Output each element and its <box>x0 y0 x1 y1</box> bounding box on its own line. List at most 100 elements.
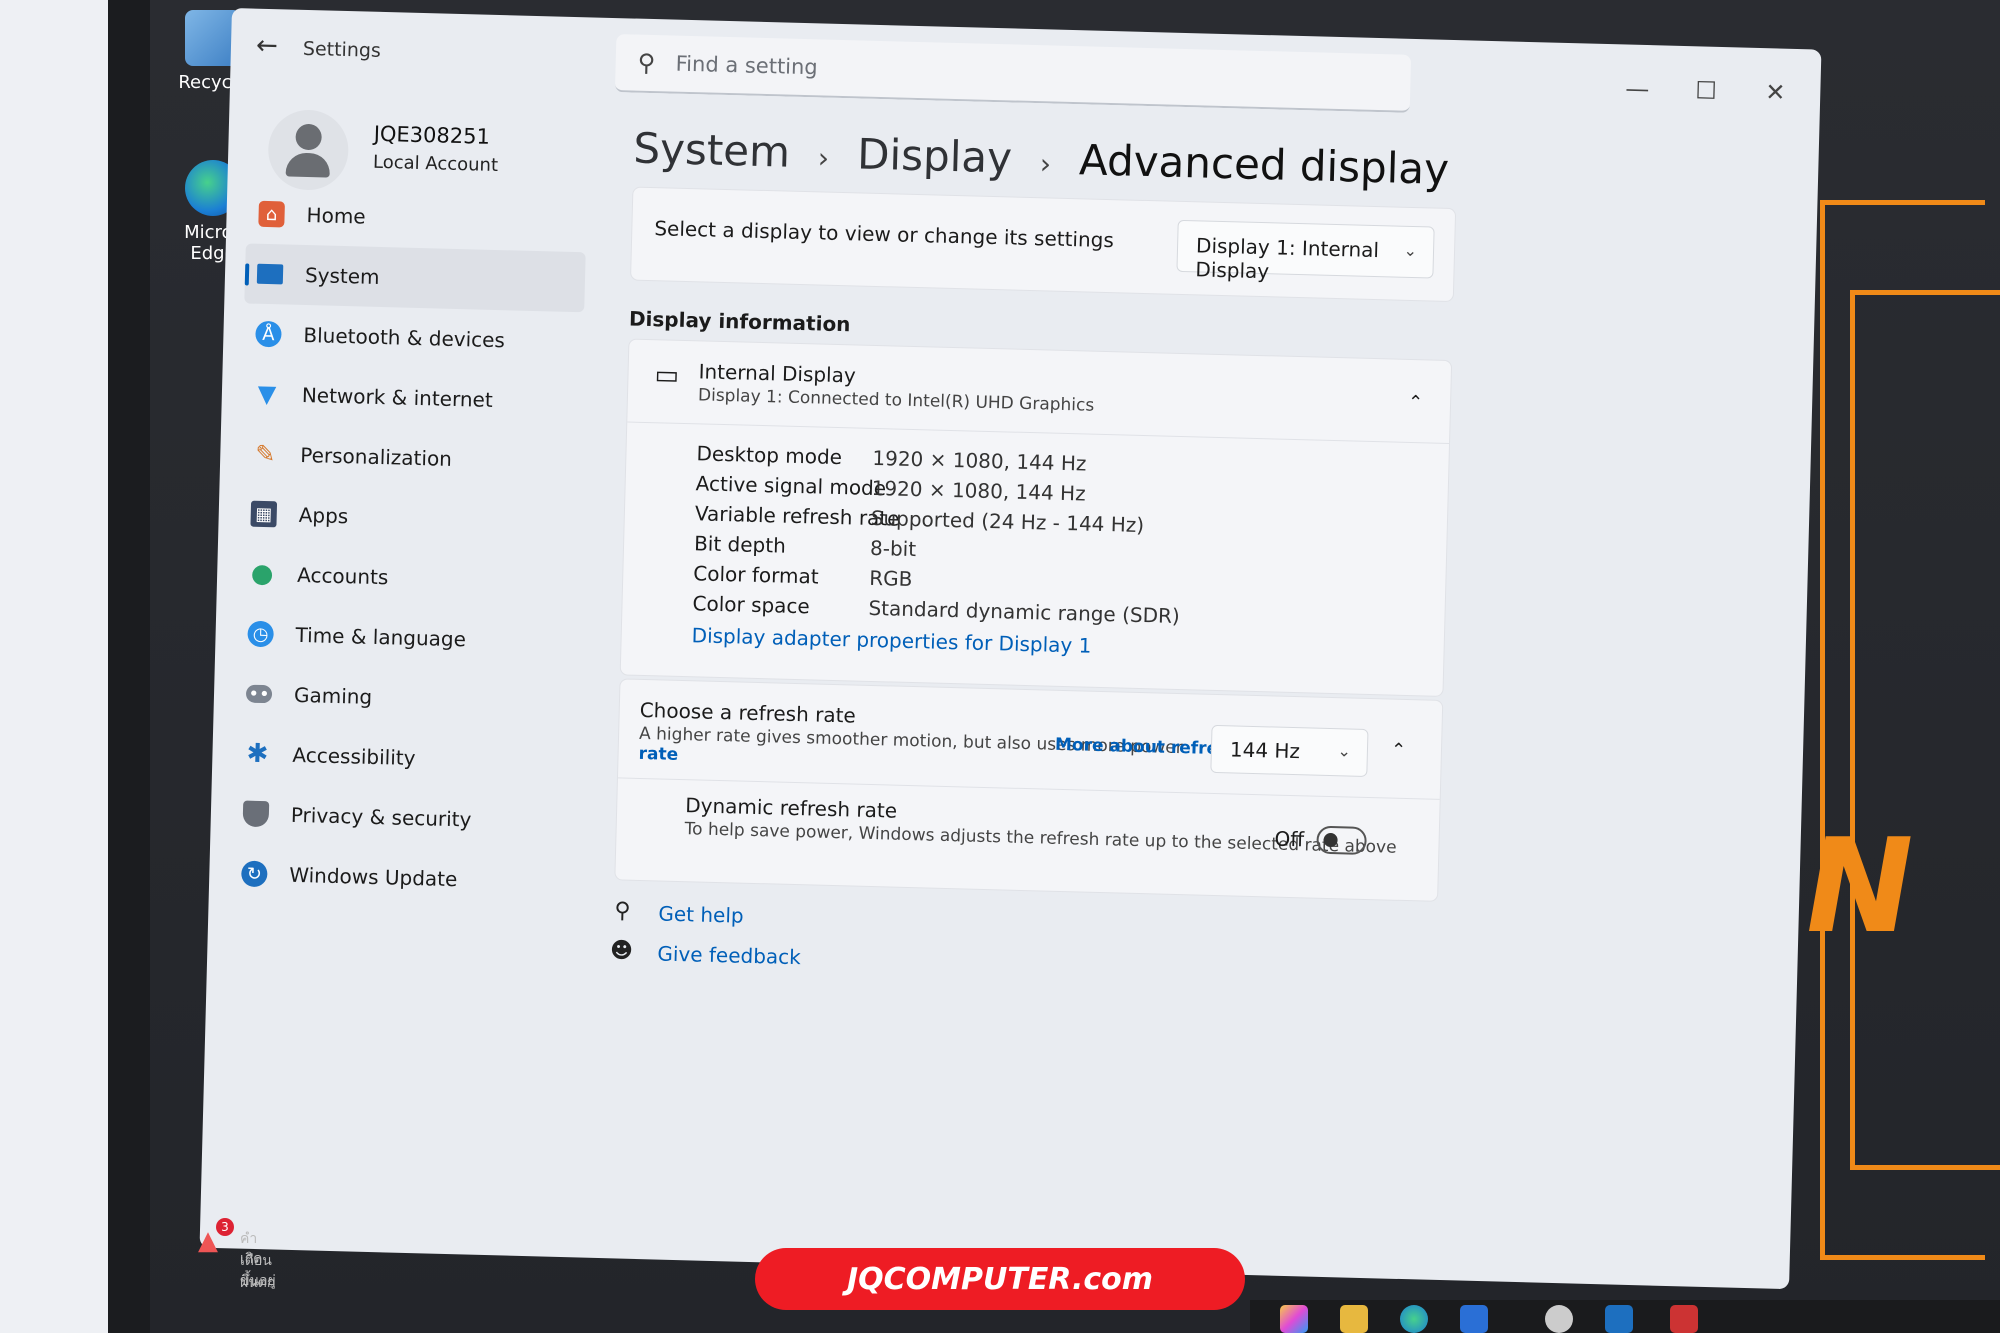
sidebar-item-gaming[interactable]: •• Gaming <box>233 663 574 732</box>
get-help-link[interactable]: Get help <box>658 901 744 927</box>
sidebar-item-label: System <box>304 263 380 289</box>
info-value: Standard dynamic range (SDR) <box>868 595 1181 629</box>
sidebar-nav: ⌂ Home System Å Bluetooth & devices ▼ Ne… <box>229 183 588 912</box>
more-about-refresh-link-cont[interactable]: rate <box>638 744 678 765</box>
info-value: 1920 × 1080, 144 Hz <box>872 445 1087 476</box>
bluetooth-icon: Å <box>255 320 282 348</box>
page-title: Advanced display <box>1078 135 1450 194</box>
sidebar-item-system[interactable]: System <box>244 243 586 313</box>
give-feedback-link[interactable]: Give feedback <box>657 941 801 969</box>
sidebar-item-label: Gaming <box>293 682 373 709</box>
mail-icon[interactable] <box>1670 1305 1698 1333</box>
window-title: Settings <box>302 37 382 62</box>
maximize-icon[interactable]: ☐ <box>1695 76 1717 105</box>
avatar[interactable] <box>267 109 350 192</box>
sidebar-item-windows-update[interactable]: ↻ Windows Update <box>229 843 570 912</box>
sidebar-item-network[interactable]: ▼ Network & internet <box>241 363 582 432</box>
divider <box>627 421 1450 445</box>
display-select-value: Display 1: Internal Display <box>1195 233 1380 284</box>
refresh-rate-value: 144 Hz <box>1229 737 1301 764</box>
brush-icon: ✎ <box>254 439 276 469</box>
edge-icon[interactable] <box>1400 1305 1428 1333</box>
watermark-banner: JQCOMPUTER.com <box>755 1248 1245 1310</box>
breadcrumb-separator: › <box>1039 147 1052 181</box>
app-icon[interactable] <box>1545 1305 1573 1333</box>
refresh-rate-card: Choose a refresh rate A higher rate give… <box>614 678 1444 902</box>
sidebar-item-label: Personalization <box>300 442 453 471</box>
display-select[interactable]: Display 1: Internal Display ⌄ <box>1176 219 1435 283</box>
copilot-icon[interactable] <box>1280 1305 1308 1333</box>
warning-icon: ▲ <box>198 1226 218 1256</box>
info-label: Variable refresh rate <box>694 501 900 531</box>
home-icon: ⌂ <box>258 200 285 228</box>
breadcrumb: System › Display › Advanced display <box>633 124 1450 194</box>
dynamic-refresh-title: Dynamic refresh rate <box>684 793 898 823</box>
back-arrow-icon[interactable]: ← <box>256 31 279 62</box>
apps-icon: ▦ <box>250 500 278 528</box>
sidebar-item-accounts[interactable]: ● Accounts <box>236 543 577 612</box>
shield-icon <box>242 800 270 828</box>
sidebar-item-apps[interactable]: ▦ Apps <box>238 483 579 552</box>
info-value: 8-bit <box>869 535 917 562</box>
sidebar-item-label: Time & language <box>295 622 467 652</box>
notification-line2: เกิดขึ้นอยู่ <box>240 1251 276 1289</box>
feedback-icon: ☻ <box>609 938 634 964</box>
get-help-row[interactable]: ⚲ Get help <box>608 898 744 930</box>
info-value: Supported (24 Hz - 144 Hz) <box>870 505 1145 538</box>
profile-account-type: Local Account <box>372 151 499 177</box>
toggle-knob <box>1323 832 1338 848</box>
accounts-icon: ● <box>250 558 274 590</box>
gamepad-icon: •• <box>245 683 273 705</box>
give-feedback-row[interactable]: ☻ Give feedback <box>607 938 801 971</box>
dynamic-refresh-toggle[interactable] <box>1316 825 1367 855</box>
info-label: Color format <box>693 561 819 589</box>
breadcrumb-system[interactable]: System <box>633 124 791 177</box>
chevron-up-icon[interactable]: ⌃ <box>1391 740 1407 761</box>
app-icon[interactable] <box>1605 1305 1633 1333</box>
refresh-rate-select[interactable]: 144 Hz ⌄ <box>1210 724 1369 777</box>
store-icon[interactable] <box>1460 1305 1488 1333</box>
section-title-display-information: Display information <box>628 306 851 337</box>
settings-window: ← Settings ⚲ Find a setting — ☐ ✕ JQE308… <box>199 8 1822 1290</box>
sidebar-item-bluetooth[interactable]: Å Bluetooth & devices <box>243 303 584 372</box>
minimize-icon[interactable]: — <box>1625 75 1650 104</box>
display-information-card: ▭ Internal Display Display 1: Connected … <box>619 338 1453 697</box>
sidebar-item-label: Privacy & security <box>290 802 472 832</box>
chevron-down-icon: ⌄ <box>1337 741 1352 761</box>
profile-name: JQE308251 <box>373 121 491 149</box>
file-explorer-icon[interactable] <box>1340 1305 1368 1333</box>
sidebar-item-accessibility[interactable]: ✱ Accessibility <box>232 723 573 792</box>
wifi-icon: ▼ <box>257 379 277 409</box>
search-input[interactable]: ⚲ Find a setting <box>614 34 1412 113</box>
search-icon: ⚲ <box>637 48 656 78</box>
sidebar-item-privacy-security[interactable]: Privacy & security <box>230 783 571 852</box>
sidebar-item-personalization[interactable]: ✎ Personalization <box>240 423 581 492</box>
sidebar-item-label: Network & internet <box>301 382 494 412</box>
weather-notification[interactable]: 3 ▲ คำเตือนฝนตก เกิดขึ้นอยู่ <box>160 1200 280 1291</box>
dynamic-refresh-state: Off <box>1274 826 1305 852</box>
breadcrumb-display[interactable]: Display <box>857 129 1013 182</box>
accessibility-icon: ✱ <box>246 738 269 770</box>
info-label: Desktop mode <box>696 441 843 470</box>
info-value: 1920 × 1080, 144 Hz <box>871 475 1086 506</box>
sidebar-item-label: Bluetooth & devices <box>303 322 506 353</box>
display-adapter-properties-link[interactable]: Display adapter properties for Display 1 <box>691 623 1091 657</box>
device-connection: Display 1: Connected to Intel(R) UHD Gra… <box>697 385 1095 416</box>
system-icon <box>256 263 284 285</box>
chevron-up-icon[interactable]: ⌃ <box>1408 392 1424 413</box>
select-display-label: Select a display to view or change its s… <box>654 216 1115 253</box>
globe-clock-icon: ◷ <box>247 620 274 648</box>
info-label: Active signal mode <box>695 471 887 501</box>
sidebar-item-label: Accessibility <box>292 742 416 771</box>
sidebar-item-label: Accounts <box>296 562 389 590</box>
sidebar-item-label: Apps <box>298 502 349 529</box>
breadcrumb-separator: › <box>817 141 830 175</box>
monitor-icon: ▭ <box>654 360 680 391</box>
chevron-down-icon: ⌄ <box>1403 240 1418 261</box>
info-label: Color space <box>692 591 811 619</box>
info-value: RGB <box>868 565 913 592</box>
sidebar-item-time-language[interactable]: ◷ Time & language <box>235 603 576 672</box>
help-chat-icon: ⚲ <box>614 898 631 924</box>
sidebar-item-home[interactable]: ⌂ Home <box>246 183 587 252</box>
close-icon[interactable]: ✕ <box>1765 78 1786 107</box>
